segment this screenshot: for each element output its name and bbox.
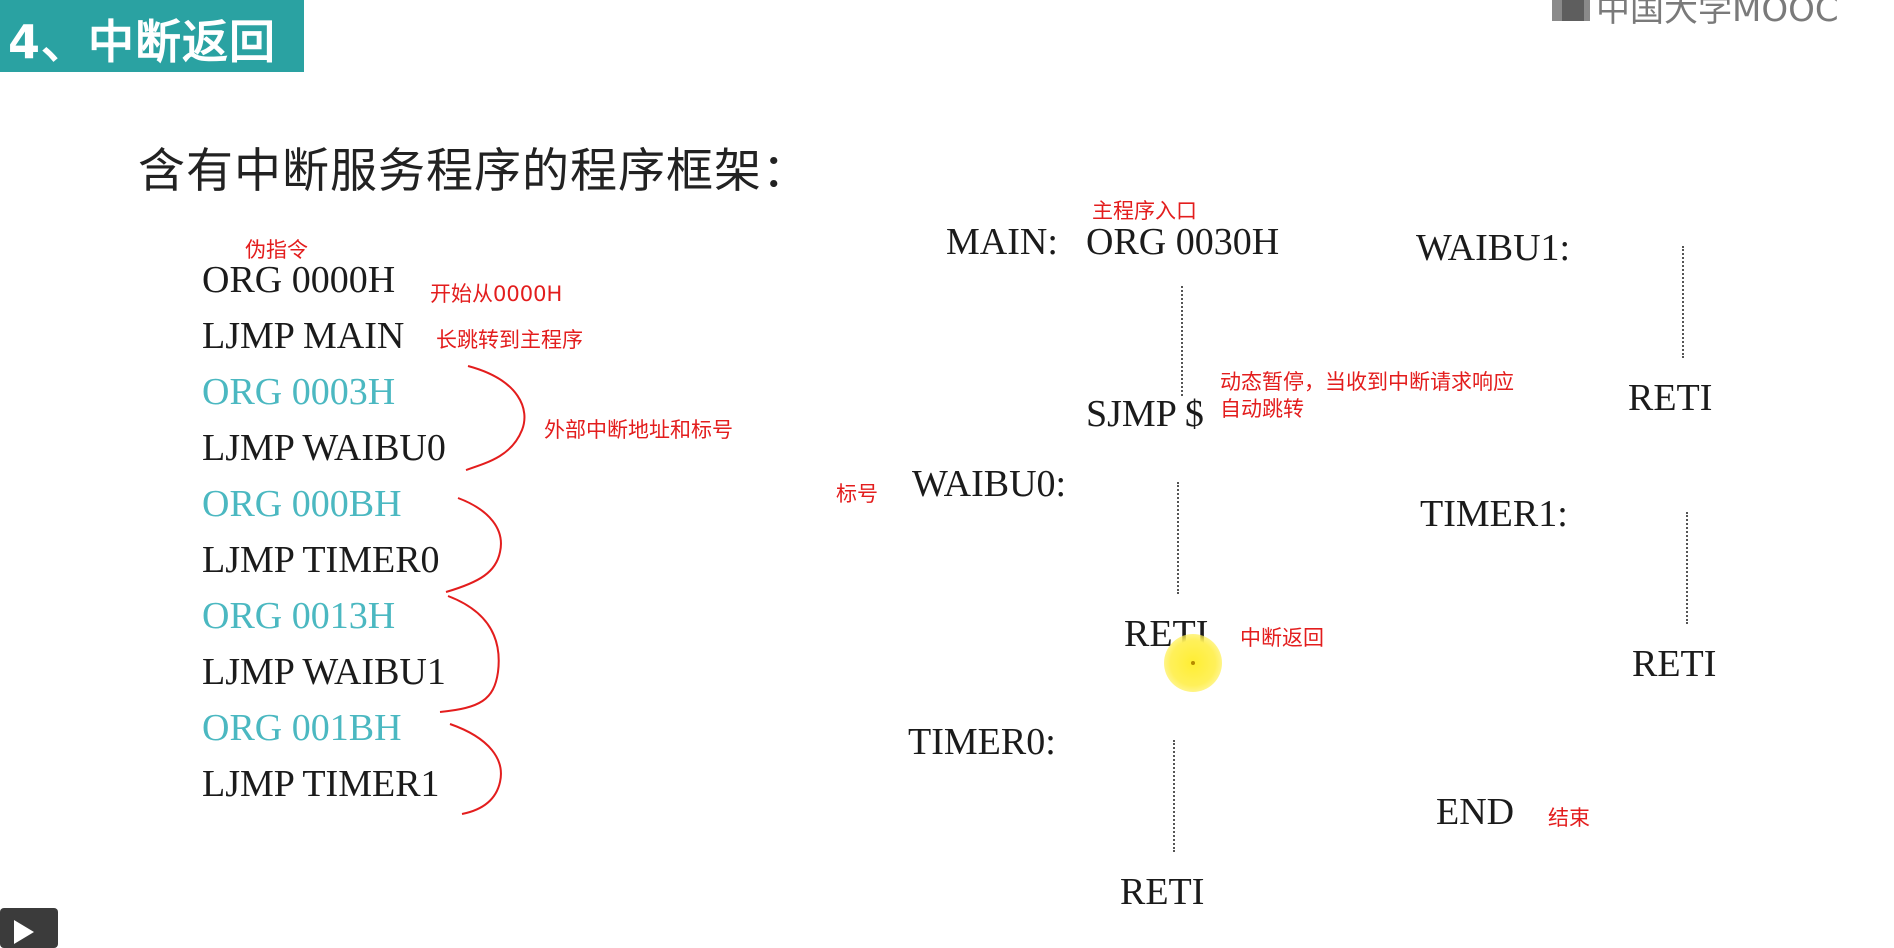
code-main-org: ORG 0030H [1086,221,1280,263]
dotted-line-timer1 [1686,512,1688,624]
label-waibu1: WAIBU1: [1416,227,1571,269]
code-sjmp: SJMP $ [1086,393,1204,435]
dotted-line-waibu1 [1682,246,1684,358]
code-reti-timer1: RETI [1632,643,1717,685]
note-interrupt-return: 中断返回 [1240,626,1324,650]
dotted-line-timer0 [1173,740,1175,852]
note-sjmp-1: 动态暂停，当收到中断请求响应 [1220,370,1514,394]
label-main: MAIN: [946,221,1058,263]
cursor-highlight [1164,634,1222,692]
code-end: END [1436,791,1515,833]
brace-4 [449,723,502,815]
label-timer1: TIMER1: [1420,493,1568,535]
note-end: 结束 [1548,806,1590,830]
brace-2 [445,497,502,593]
label-waibu0: WAIBU0: [912,463,1067,505]
note-label: 标号 [836,482,878,506]
code-reti-waibu1: RETI [1628,377,1713,419]
brace-1 [465,365,526,471]
code-reti-timer0: RETI [1120,871,1205,913]
dotted-line-waibu0 [1177,482,1179,594]
dotted-line-main [1181,286,1183,396]
label-timer0: TIMER0: [908,721,1056,763]
note-sjmp-2: 自动跳转 [1220,397,1304,421]
brace-3 [439,595,500,713]
play-button[interactable] [0,908,58,948]
